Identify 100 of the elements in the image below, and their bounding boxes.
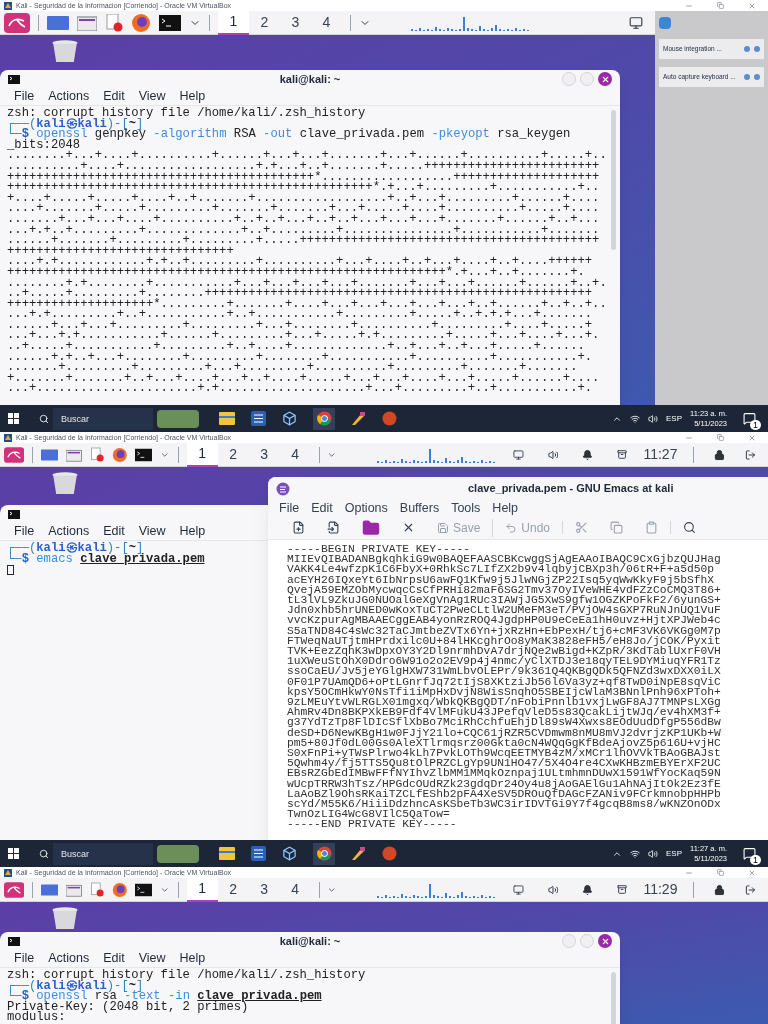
clock[interactable]: 11:29 — [643, 879, 678, 900]
box-icon[interactable] — [617, 448, 628, 461]
menu-item[interactable]: Edit — [103, 87, 125, 106]
menu-item[interactable]: Edit — [103, 949, 125, 968]
terminal-icon[interactable] — [159, 14, 181, 31]
menu-item[interactable]: Tools — [451, 498, 481, 518]
menu-item[interactable]: Help — [492, 498, 519, 518]
menu-item[interactable]: File — [14, 522, 35, 541]
menu-item[interactable]: Help — [179, 949, 206, 968]
menu-item[interactable]: View — [138, 522, 166, 541]
document-app-icon[interactable] — [251, 846, 266, 861]
tool-app-icon[interactable] — [351, 846, 366, 861]
menu-item[interactable]: File — [14, 87, 35, 106]
workspace-tab[interactable]: 1 — [218, 10, 249, 35]
terminal-output: _bits:2048 — [7, 139, 81, 151]
terminal-icon[interactable] — [135, 446, 153, 463]
scrollbar[interactable] — [611, 110, 616, 250]
box-icon[interactable] — [617, 883, 628, 896]
workspace-tab[interactable]: 2 — [217, 442, 249, 467]
document-icon[interactable] — [105, 13, 123, 32]
folder-icon[interactable] — [362, 518, 380, 537]
bell-icon[interactable] — [582, 882, 594, 897]
tool-app-icon[interactable] — [351, 411, 366, 426]
open-file-icon[interactable] — [327, 521, 340, 534]
clock[interactable]: 11:27 — [643, 444, 678, 465]
logout-icon[interactable] — [745, 882, 756, 897]
trash-icon[interactable] — [50, 472, 80, 494]
menu-item[interactable]: View — [138, 949, 166, 968]
menu-item[interactable]: Buffers — [399, 498, 440, 518]
language-indicator[interactable]: ESP — [666, 847, 683, 860]
trash-icon[interactable] — [50, 907, 80, 929]
dragon-logo-icon[interactable] — [4, 444, 25, 465]
workspace-tab[interactable]: 1 — [186, 877, 218, 902]
folder-icon[interactable] — [219, 847, 235, 860]
speaker-icon[interactable] — [648, 848, 658, 859]
browser-app-icon[interactable] — [313, 842, 335, 865]
dragon-logo-icon[interactable] — [4, 879, 25, 900]
browser-icon[interactable] — [131, 12, 151, 33]
settings-icon[interactable] — [744, 46, 750, 52]
close-button[interactable] — [598, 934, 612, 948]
workspace-tab[interactable]: 1 — [186, 442, 218, 467]
display-icon[interactable] — [512, 447, 524, 462]
menu-item[interactable]: Help — [179, 87, 206, 106]
presentation-app-icon[interactable] — [382, 846, 397, 861]
folder-icon[interactable] — [219, 412, 235, 425]
workspace-tab[interactable]: 3 — [280, 10, 311, 35]
presentation-app-icon[interactable] — [382, 411, 397, 426]
search-icon — [39, 848, 49, 859]
window-title: kali@kali: ~ — [279, 933, 341, 949]
search-icon[interactable] — [683, 521, 697, 534]
menu-item[interactable]: Help — [179, 522, 206, 541]
language-indicator[interactable]: ESP — [666, 412, 683, 425]
dragon-logo-icon[interactable] — [4, 12, 30, 33]
menu-item[interactable]: View — [138, 87, 166, 106]
close-icon[interactable] — [402, 521, 415, 534]
workspace-tab[interactable]: 3 — [248, 877, 280, 902]
folder-icon[interactable] — [77, 14, 97, 31]
menu-item[interactable]: Actions — [48, 87, 90, 106]
network-icon[interactable] — [630, 848, 640, 859]
lock-icon[interactable] — [714, 882, 726, 897]
search-field[interactable]: Buscar — [53, 407, 153, 430]
browser-app-icon[interactable] — [313, 407, 335, 430]
menu-item[interactable]: Edit — [311, 498, 333, 518]
workspace-tab[interactable]: 2 — [249, 10, 280, 35]
settings-icon[interactable] — [744, 74, 750, 80]
menu-item[interactable]: File — [279, 498, 300, 518]
document-app-icon[interactable] — [251, 411, 266, 426]
workspace-tab[interactable]: 4 — [279, 877, 311, 902]
start-icon[interactable] — [8, 413, 19, 424]
logout-icon[interactable] — [745, 447, 756, 462]
search-field[interactable]: Buscar — [53, 842, 153, 865]
desktop-icon[interactable] — [41, 447, 59, 462]
speaker-icon[interactable] — [648, 413, 658, 424]
menu-item[interactable]: File — [14, 949, 35, 968]
desktop-icon[interactable] — [41, 882, 59, 897]
new-file-icon[interactable] — [292, 521, 305, 534]
lock-icon[interactable] — [714, 447, 726, 462]
cube-icon[interactable] — [282, 411, 297, 426]
terminal-output: ......+.......+.........+.........+.....+++++++++++++++++++++++++++++++++++++++++ — [7, 235, 600, 246]
network-icon[interactable] — [630, 413, 640, 424]
menu-item[interactable]: Actions — [48, 522, 90, 541]
bell-icon[interactable] — [582, 447, 594, 462]
undo-icon — [505, 521, 518, 534]
display-icon[interactable] — [629, 15, 643, 30]
menu-item[interactable]: Actions — [48, 949, 90, 968]
terminal-icon[interactable] — [135, 881, 153, 898]
menu-item[interactable]: Options — [344, 498, 388, 518]
workspace-tab[interactable]: 4 — [279, 442, 311, 467]
document-icon[interactable] — [89, 880, 104, 899]
workspace-tab[interactable]: 4 — [311, 10, 342, 35]
menu-item[interactable]: Edit — [103, 522, 125, 541]
workspace-tab[interactable]: 3 — [248, 442, 280, 467]
desktop-icon[interactable] — [47, 15, 69, 30]
workspace-tab[interactable]: 2 — [217, 877, 249, 902]
start-icon[interactable] — [8, 848, 19, 859]
cube-icon[interactable] — [282, 846, 297, 861]
document-icon[interactable] — [89, 445, 104, 464]
close-button[interactable] — [598, 72, 612, 86]
display-icon[interactable] — [512, 882, 524, 897]
trash-icon[interactable] — [50, 40, 80, 62]
